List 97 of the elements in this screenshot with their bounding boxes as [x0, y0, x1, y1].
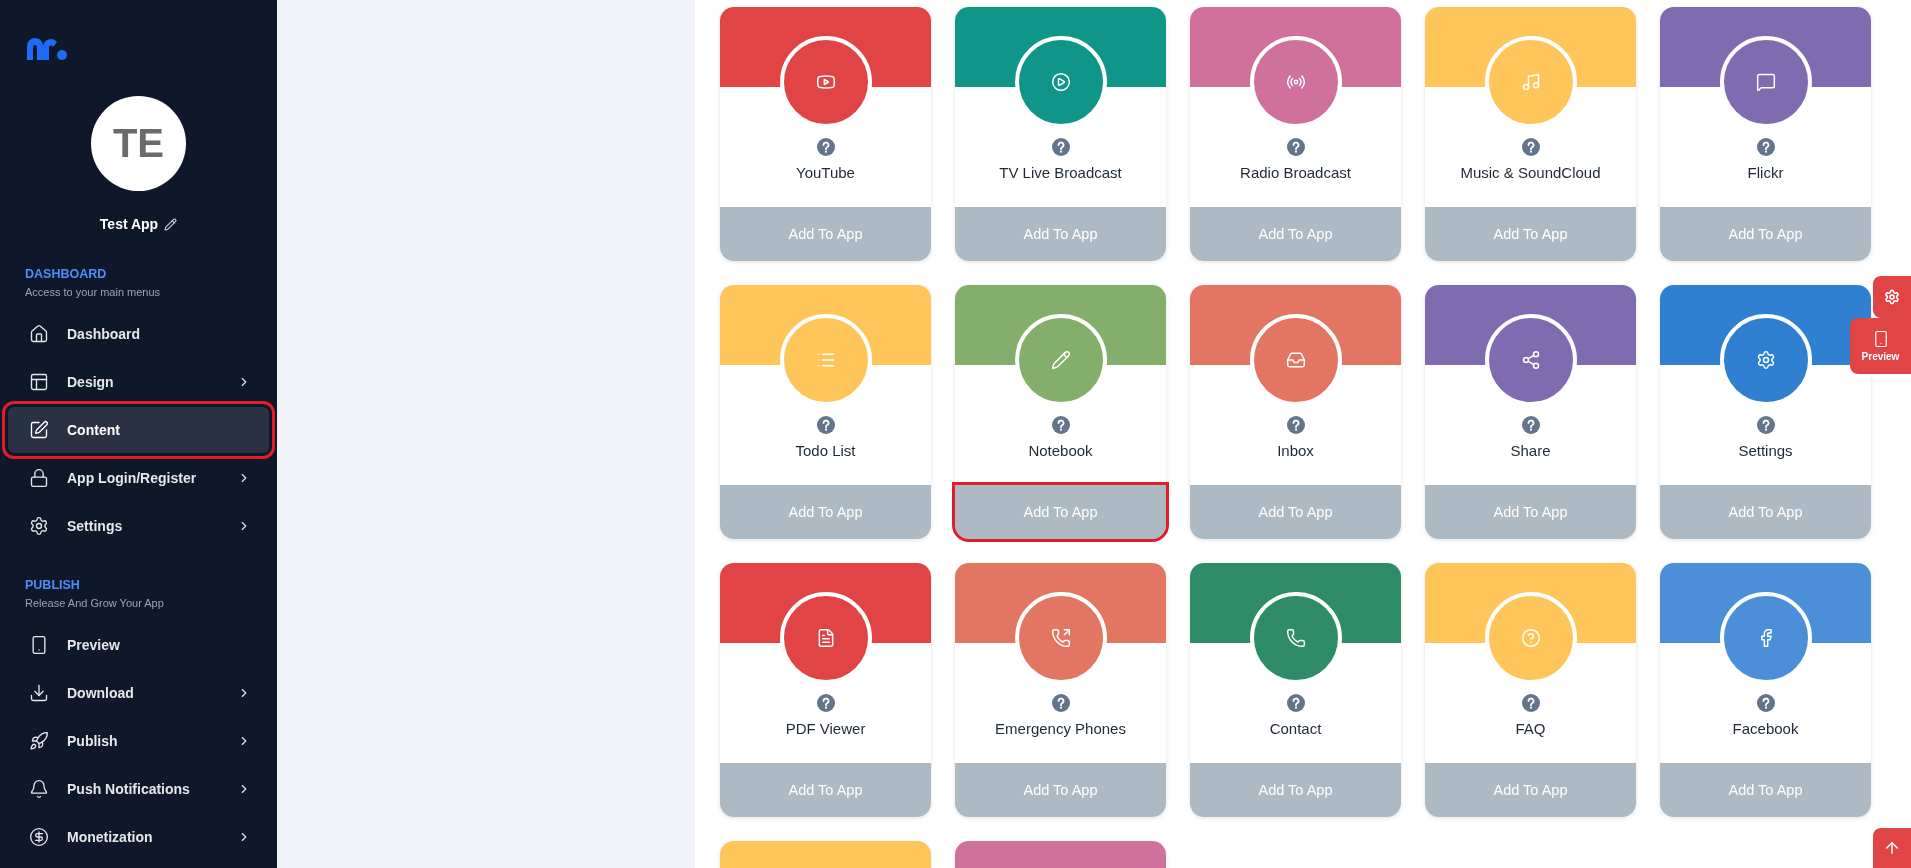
help-icon[interactable]: [816, 416, 835, 434]
add-to-app-button[interactable]: Add To App: [955, 763, 1166, 817]
chat-bubble-icon: [1755, 72, 1776, 92]
question-icon: [1520, 628, 1541, 648]
add-to-app-button[interactable]: Add To App: [1425, 763, 1636, 817]
edit-icon: [29, 420, 49, 440]
preview-button[interactable]: Preview: [1850, 318, 1911, 374]
section-subtitle: Access to your main menus: [24, 286, 162, 298]
nav-item[interactable]: Publish: [8, 718, 269, 764]
feature-name: Inbox: [1277, 442, 1314, 459]
settings-icon: [1755, 350, 1776, 370]
feature-name: Share: [1510, 442, 1551, 459]
feature-name: YouTube: [796, 164, 855, 181]
add-to-app-button[interactable]: Add To App: [955, 207, 1166, 261]
radio-icon: [1285, 72, 1306, 92]
feature-name: Settings: [1738, 442, 1793, 459]
lock-icon: [29, 468, 49, 488]
add-to-app-button[interactable]: Add To App: [1190, 763, 1401, 817]
help-icon[interactable]: [1051, 416, 1070, 434]
feature-name: Contact: [1269, 720, 1322, 737]
feature-name: Emergency Phones: [995, 720, 1126, 737]
help-icon[interactable]: [1756, 416, 1775, 434]
gear-icon: [1884, 289, 1900, 305]
feature-name: Music & SoundCloud: [1460, 164, 1601, 181]
inbox-icon: [1285, 350, 1306, 370]
help-icon[interactable]: [1521, 416, 1540, 434]
nav-label: Dashboard: [67, 326, 142, 342]
help-icon[interactable]: [1051, 694, 1070, 712]
feature-name: PDF Viewer: [785, 720, 866, 737]
logo-icon: [24, 36, 68, 60]
home-icon: [29, 324, 49, 344]
nav-label: Publish: [67, 733, 119, 749]
feature-name: FAQ: [1515, 720, 1546, 737]
feature-name: Facebook: [1732, 720, 1799, 737]
feature-name: Notebook: [1028, 442, 1093, 459]
feature-name: Flickr: [1747, 164, 1784, 181]
feature-name: Radio Broadcast: [1240, 164, 1351, 181]
add-to-app-button[interactable]: Add To App: [1660, 485, 1871, 539]
add-to-app-button[interactable]: Add To App: [1190, 485, 1401, 539]
video-icon: [815, 72, 836, 92]
nav-label: Monetization: [67, 829, 154, 845]
nav-item[interactable]: Dashboard: [8, 311, 269, 357]
add-to-app-button[interactable]: Add To App: [1425, 485, 1636, 539]
nav-item[interactable]: Download: [8, 670, 269, 716]
nav-label: Preview: [67, 637, 121, 653]
add-to-app-button[interactable]: Add To App: [1425, 207, 1636, 261]
nav-item[interactable]: Push Notifications: [8, 766, 269, 812]
rocket-icon: [29, 731, 49, 751]
feature-name: TV Live Broadcast: [999, 164, 1122, 181]
phone-outgoing-icon: [1050, 628, 1071, 648]
section-title: PUBLISH: [24, 578, 81, 592]
add-to-app-button[interactable]: Add To App: [1660, 763, 1871, 817]
list-icon: [815, 350, 836, 370]
add-to-app-button[interactable]: Add To App: [720, 485, 931, 539]
settings-icon: [29, 516, 49, 536]
nav-label: Design: [67, 374, 115, 390]
edit-icon[interactable]: [164, 217, 178, 231]
nav-item[interactable]: App Login/Register: [8, 455, 269, 501]
help-icon[interactable]: [1051, 138, 1070, 156]
help-icon[interactable]: [1286, 138, 1305, 156]
help-icon[interactable]: [1756, 138, 1775, 156]
help-icon[interactable]: [816, 694, 835, 712]
phone-icon: [1285, 628, 1306, 648]
add-to-app-button[interactable]: Add To App: [720, 763, 931, 817]
add-to-app-button[interactable]: Add To App: [955, 485, 1166, 539]
help-icon[interactable]: [1286, 694, 1305, 712]
nav-item[interactable]: Preview: [8, 622, 269, 668]
download-icon: [29, 683, 49, 703]
help-icon[interactable]: [1521, 694, 1540, 712]
nav-label: Download: [67, 685, 135, 701]
nav-label: App Login/Register: [67, 470, 198, 486]
bell-icon: [29, 779, 49, 799]
nav-label: Push Notifications: [67, 781, 191, 797]
nav-item[interactable]: Settings: [8, 503, 269, 549]
nav-item[interactable]: Design: [8, 359, 269, 405]
nav-label: Settings: [67, 518, 124, 534]
section-subtitle: Release And Grow Your App: [24, 597, 165, 609]
app-name: Test App: [99, 216, 159, 232]
nav-item[interactable]: Monetization: [8, 814, 269, 860]
share-icon: [1520, 350, 1541, 370]
scroll-top-button[interactable]: [1873, 828, 1911, 868]
help-icon[interactable]: [816, 138, 835, 156]
pencil-icon: [1050, 350, 1071, 370]
settings-button[interactable]: [1873, 276, 1911, 318]
add-to-app-button[interactable]: Add To App: [720, 207, 931, 261]
dollar-icon: [29, 827, 49, 847]
add-to-app-button[interactable]: Add To App: [1190, 207, 1401, 261]
help-icon[interactable]: [1521, 138, 1540, 156]
nav-label: Content: [67, 422, 121, 438]
avatar: TE: [91, 96, 186, 191]
feature-name: Todo List: [795, 442, 856, 459]
section-title: DASHBOARD: [24, 267, 108, 281]
help-icon[interactable]: [1286, 416, 1305, 434]
music-icon: [1520, 72, 1541, 92]
add-to-app-button[interactable]: Add To App: [1660, 207, 1871, 261]
help-icon[interactable]: [1756, 694, 1775, 712]
play-icon: [1050, 72, 1071, 92]
